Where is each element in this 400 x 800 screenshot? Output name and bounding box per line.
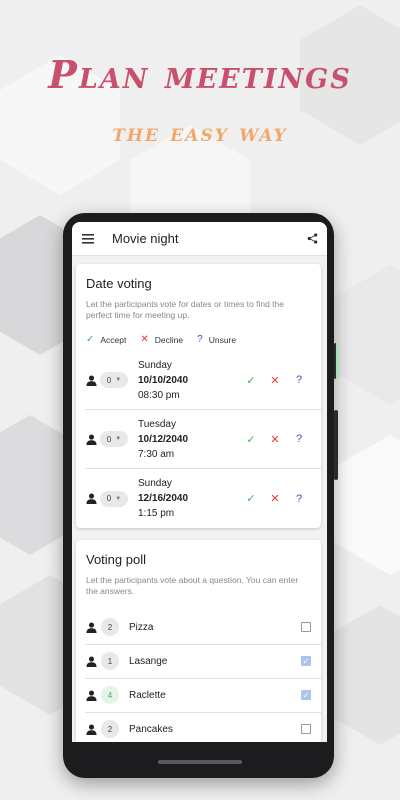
person-icon: [85, 374, 97, 386]
scroll-indicator: [336, 343, 339, 379]
vote-count: 0: [106, 375, 112, 385]
legend-accept-label: Accept: [100, 334, 127, 345]
promo-subline: the easy way: [112, 118, 288, 147]
date-value: 10/10/2040: [138, 374, 189, 386]
legend-unsure: ? Unsure: [197, 334, 236, 345]
question-icon: ?: [197, 334, 203, 346]
legend-unsure-label: Unsure: [208, 334, 237, 345]
person-icon: [85, 621, 97, 633]
hamburger-menu-icon[interactable]: [80, 231, 96, 247]
person-icon: [85, 655, 97, 667]
voting-poll-card: Voting poll Let the participants vote ab…: [76, 540, 321, 742]
poll-answer-label: Lasange: [129, 655, 168, 667]
date-option-text: Sunday 10/10/2040 08:30 pm: [138, 358, 239, 403]
page-title: Movie night: [112, 231, 179, 246]
poll-vote-count: 1: [101, 652, 119, 670]
home-indicator: [158, 760, 242, 764]
accept-check-icon[interactable]: ✓: [239, 374, 263, 387]
poll-answer-row[interactable]: 4 Raclette ✓: [85, 679, 321, 713]
vote-count-dropdown[interactable]: 0 ▼: [100, 431, 128, 448]
date-option-row: 0 ▼ Tuesday 10/12/2040 7:30 am ✓ ✕ ?: [85, 410, 321, 470]
check-icon: ✓: [86, 334, 95, 346]
poll-answer-label: Pizza: [129, 621, 154, 633]
person-icon: [85, 493, 97, 505]
decline-cross-icon[interactable]: ✕: [263, 433, 287, 446]
poll-answer-row[interactable]: 1 Lasange ✓: [85, 645, 321, 679]
share-icon[interactable]: [305, 232, 319, 246]
date-time: 08:30 pm: [138, 389, 180, 401]
person-icon: [85, 723, 97, 735]
date-option-row: 0 ▼ Sunday 10/10/2040 08:30 pm ✓ ✕ ?: [85, 351, 321, 411]
promo-headline: Plan meetings: [48, 52, 352, 97]
date-time: 1:15 pm: [138, 508, 175, 520]
poll-answer-label: Pancakes: [129, 723, 173, 735]
chevron-down-icon: ▼: [115, 436, 122, 443]
poll-vote-count: 2: [101, 618, 119, 636]
date-voting-description: Let the participants vote for dates or t…: [86, 299, 284, 320]
date-weekday: Tuesday: [138, 418, 176, 430]
date-value: 10/12/2040: [138, 433, 189, 445]
unsure-question-icon[interactable]: ?: [287, 374, 311, 386]
vote-legend: ✓ Accept ✕ Decline ? Unsure: [76, 320, 321, 351]
poll-checkbox[interactable]: ✓: [301, 656, 311, 666]
accept-check-icon[interactable]: ✓: [239, 492, 263, 505]
date-voting-card: Date voting Let the participants vote fo…: [76, 264, 321, 529]
poll-checkbox[interactable]: [301, 724, 311, 734]
date-weekday: Sunday: [138, 359, 172, 371]
voting-poll-title: Voting poll: [86, 552, 146, 568]
app-bar: Movie night: [72, 222, 327, 256]
date-weekday: Sunday: [138, 478, 172, 490]
poll-answer-row[interactable]: 2 Pizza: [85, 611, 321, 645]
decline-cross-icon[interactable]: ✕: [263, 492, 287, 505]
unsure-question-icon[interactable]: ?: [287, 493, 311, 505]
poll-checkbox[interactable]: ✓: [301, 690, 311, 700]
date-voting-title: Date voting: [86, 276, 152, 291]
accept-check-icon[interactable]: ✓: [239, 433, 263, 446]
chevron-down-icon: ▼: [115, 495, 122, 502]
date-time: 7:30 am: [138, 448, 175, 460]
vote-count: 0: [106, 494, 112, 504]
vote-count-dropdown[interactable]: 0 ▼: [100, 490, 128, 507]
date-value: 12/16/2040: [138, 493, 189, 505]
poll-vote-count: 2: [101, 720, 119, 738]
poll-answer-row[interactable]: 2 Pancakes: [85, 713, 321, 743]
decline-cross-icon[interactable]: ✕: [263, 374, 287, 387]
poll-checkbox[interactable]: [301, 622, 311, 632]
voting-poll-description: Let the participants vote about a questi…: [86, 575, 299, 596]
phone-side-button: [334, 410, 338, 480]
person-icon: [85, 433, 97, 445]
date-option-text: Sunday 12/16/2040 1:15 pm: [138, 476, 239, 521]
legend-decline: ✕ Decline: [140, 334, 183, 345]
unsure-question-icon[interactable]: ?: [287, 433, 311, 445]
date-option-text: Tuesday 10/12/2040 7:30 am: [138, 417, 239, 462]
poll-vote-count: 4: [101, 686, 119, 704]
person-icon: [85, 689, 97, 701]
date-option-row: 0 ▼ Sunday 12/16/2040 1:15 pm ✓ ✕ ?: [85, 469, 321, 528]
vote-count-dropdown[interactable]: 0 ▼: [100, 372, 128, 389]
poll-answer-label: Raclette: [129, 689, 166, 701]
vote-count: 0: [106, 434, 112, 444]
cross-icon: ✕: [140, 334, 149, 346]
legend-decline-label: Decline: [154, 334, 184, 345]
legend-accept: ✓ Accept: [86, 334, 126, 345]
app-screen: Movie night Date voting Let the particip…: [72, 222, 327, 742]
chevron-down-icon: ▼: [115, 377, 122, 384]
